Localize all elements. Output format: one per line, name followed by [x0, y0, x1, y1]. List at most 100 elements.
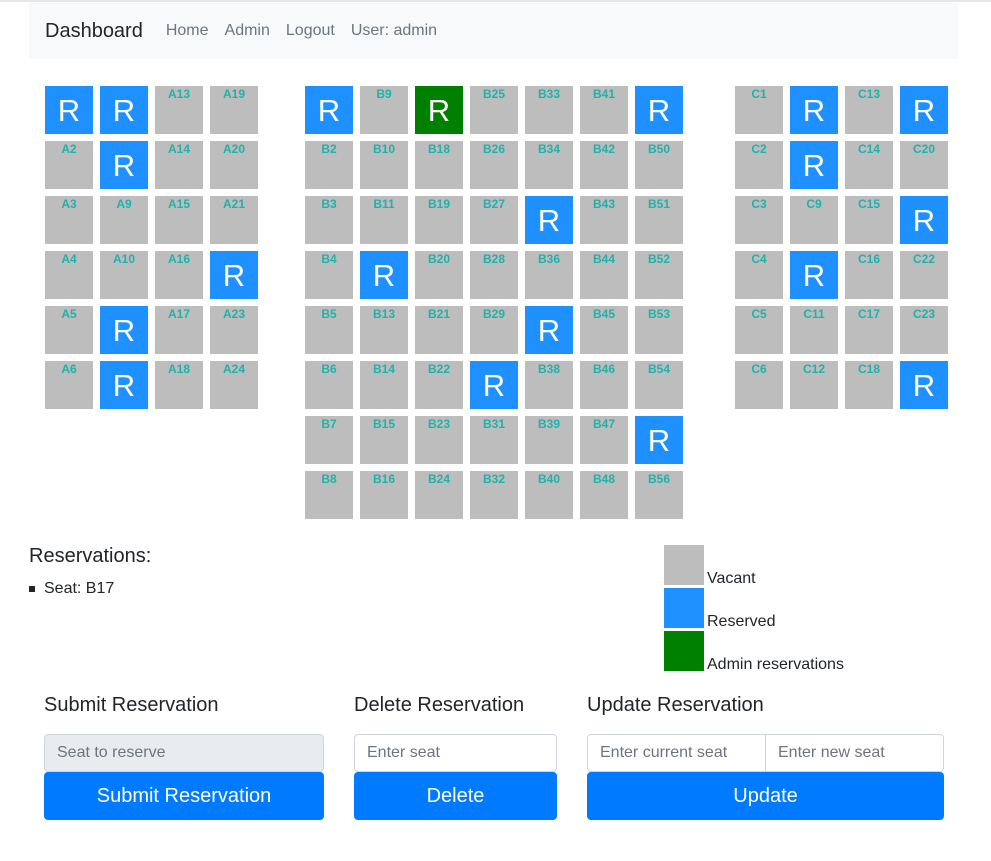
- seat-a22[interactable]: R: [210, 251, 258, 299]
- seat-to-reserve-input[interactable]: [44, 734, 324, 772]
- seat-b50[interactable]: B50: [635, 141, 683, 189]
- seat-b11[interactable]: B11: [360, 196, 408, 244]
- seat-b53[interactable]: B53: [635, 306, 683, 354]
- seat-c15[interactable]: C15: [845, 196, 893, 244]
- seat-a21[interactable]: A21: [210, 196, 258, 244]
- seat-c7[interactable]: R: [790, 86, 838, 134]
- seat-b24[interactable]: B24: [415, 471, 463, 519]
- seat-b40[interactable]: B40: [525, 471, 573, 519]
- seat-b46[interactable]: B46: [580, 361, 628, 409]
- seat-a18[interactable]: A18: [155, 361, 203, 409]
- seat-b21[interactable]: B21: [415, 306, 463, 354]
- seat-a1[interactable]: R: [45, 86, 93, 134]
- seat-a11[interactable]: R: [100, 306, 148, 354]
- nav-home-link[interactable]: Home: [166, 22, 209, 40]
- seat-b26[interactable]: B26: [470, 141, 518, 189]
- seat-b22[interactable]: B22: [415, 361, 463, 409]
- seat-b19[interactable]: B19: [415, 196, 463, 244]
- seat-a17[interactable]: A17: [155, 306, 203, 354]
- seat-a10[interactable]: A10: [100, 251, 148, 299]
- seat-c3[interactable]: C3: [735, 196, 783, 244]
- seat-b54[interactable]: B54: [635, 361, 683, 409]
- seat-b29[interactable]: B29: [470, 306, 518, 354]
- seat-b36[interactable]: B36: [525, 251, 573, 299]
- seat-b45[interactable]: B45: [580, 306, 628, 354]
- seat-b8[interactable]: B8: [305, 471, 353, 519]
- seat-b34[interactable]: B34: [525, 141, 573, 189]
- seat-b49[interactable]: R: [635, 86, 683, 134]
- seat-c10[interactable]: R: [790, 251, 838, 299]
- seat-b48[interactable]: B48: [580, 471, 628, 519]
- seat-b32[interactable]: B32: [470, 471, 518, 519]
- seat-b6[interactable]: B6: [305, 361, 353, 409]
- seat-c17[interactable]: C17: [845, 306, 893, 354]
- submit-reservation-button[interactable]: Submit Reservation: [44, 772, 324, 820]
- seat-b20[interactable]: B20: [415, 251, 463, 299]
- seat-a8[interactable]: R: [100, 141, 148, 189]
- seat-c24[interactable]: R: [900, 361, 948, 409]
- seat-b27[interactable]: B27: [470, 196, 518, 244]
- seat-c12[interactable]: C12: [790, 361, 838, 409]
- seat-b30[interactable]: R: [470, 361, 518, 409]
- seat-c1[interactable]: C1: [735, 86, 783, 134]
- seat-a24[interactable]: A24: [210, 361, 258, 409]
- seat-b43[interactable]: B43: [580, 196, 628, 244]
- seat-a13[interactable]: A13: [155, 86, 203, 134]
- seat-b35[interactable]: R: [525, 196, 573, 244]
- seat-b23[interactable]: B23: [415, 416, 463, 464]
- seat-b51[interactable]: B51: [635, 196, 683, 244]
- seat-a16[interactable]: A16: [155, 251, 203, 299]
- seat-a3[interactable]: A3: [45, 196, 93, 244]
- seat-b9[interactable]: B9: [360, 86, 408, 134]
- seat-b28[interactable]: B28: [470, 251, 518, 299]
- seat-b13[interactable]: B13: [360, 306, 408, 354]
- seat-c8[interactable]: R: [790, 141, 838, 189]
- seat-c11[interactable]: C11: [790, 306, 838, 354]
- seat-b15[interactable]: B15: [360, 416, 408, 464]
- seat-b2[interactable]: B2: [305, 141, 353, 189]
- seat-b10[interactable]: B10: [360, 141, 408, 189]
- seat-a19[interactable]: A19: [210, 86, 258, 134]
- seat-c13[interactable]: C13: [845, 86, 893, 134]
- seat-b55[interactable]: R: [635, 416, 683, 464]
- seat-c5[interactable]: C5: [735, 306, 783, 354]
- seat-c2[interactable]: C2: [735, 141, 783, 189]
- seat-a20[interactable]: A20: [210, 141, 258, 189]
- seat-a15[interactable]: A15: [155, 196, 203, 244]
- seat-c23[interactable]: C23: [900, 306, 948, 354]
- seat-a4[interactable]: A4: [45, 251, 93, 299]
- brand-dashboard[interactable]: Dashboard: [45, 20, 143, 43]
- delete-button[interactable]: Delete: [354, 772, 557, 820]
- seat-a5[interactable]: A5: [45, 306, 93, 354]
- seat-b56[interactable]: B56: [635, 471, 683, 519]
- seat-b5[interactable]: B5: [305, 306, 353, 354]
- nav-admin-link[interactable]: Admin: [225, 22, 270, 40]
- seat-b37[interactable]: R: [525, 306, 573, 354]
- nav-logout-link[interactable]: Logout: [286, 22, 335, 40]
- seat-a12[interactable]: R: [100, 361, 148, 409]
- seat-b41[interactable]: B41: [580, 86, 628, 134]
- delete-seat-input[interactable]: [354, 734, 557, 772]
- seat-b17[interactable]: R: [415, 86, 463, 134]
- seat-b12[interactable]: R: [360, 251, 408, 299]
- seat-b1[interactable]: R: [305, 86, 353, 134]
- seat-c19[interactable]: R: [900, 86, 948, 134]
- seat-a6[interactable]: A6: [45, 361, 93, 409]
- update-button[interactable]: Update: [587, 772, 944, 820]
- seat-b25[interactable]: B25: [470, 86, 518, 134]
- current-seat-input[interactable]: [587, 734, 766, 772]
- seat-b7[interactable]: B7: [305, 416, 353, 464]
- seat-b3[interactable]: B3: [305, 196, 353, 244]
- seat-b47[interactable]: B47: [580, 416, 628, 464]
- seat-c16[interactable]: C16: [845, 251, 893, 299]
- seat-c6[interactable]: C6: [735, 361, 783, 409]
- seat-a2[interactable]: A2: [45, 141, 93, 189]
- seat-a7[interactable]: R: [100, 86, 148, 134]
- seat-b33[interactable]: B33: [525, 86, 573, 134]
- seat-b38[interactable]: B38: [525, 361, 573, 409]
- seat-b39[interactable]: B39: [525, 416, 573, 464]
- seat-a23[interactable]: A23: [210, 306, 258, 354]
- seat-c18[interactable]: C18: [845, 361, 893, 409]
- seat-b4[interactable]: B4: [305, 251, 353, 299]
- seat-a14[interactable]: A14: [155, 141, 203, 189]
